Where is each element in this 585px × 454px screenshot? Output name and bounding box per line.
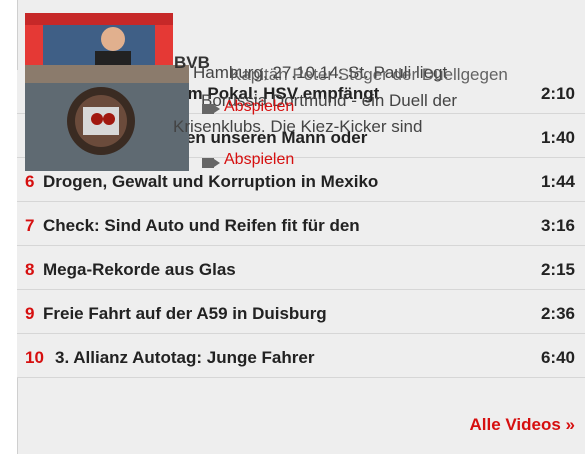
video-duration: 1:44 — [540, 172, 575, 191]
play-icon[interactable] — [202, 104, 220, 114]
video-title[interactable]: 3. Allianz Autotag: Junge Fahrer — [55, 348, 314, 368]
video-row-7[interactable]: 7 Check: Sind Auto und Reifen fit für de… — [17, 202, 585, 246]
video-title[interactable]: Drogen, Gewalt und Korruption in Mexiko — [43, 172, 378, 192]
video-row-8[interactable]: 8 Mega-Rekorde aus Glas 2:15 — [17, 246, 585, 290]
video-duration: 2:36 — [540, 304, 575, 323]
play-link[interactable]: Abspielen — [224, 151, 294, 169]
video-duration: 1:40 — [540, 128, 575, 147]
overlay-overlap-line: Kapitän Peter Stöger der Duellgegen — [230, 65, 508, 84]
video-title[interactable]: Freie Fahrt auf der A59 in Duisburg — [43, 304, 327, 324]
video-number: 8 — [25, 260, 35, 279]
video-number: 7 — [25, 216, 35, 235]
video-title[interactable]: Check: Sind Auto und Reifen fit für den — [43, 216, 360, 236]
video-duration: 2:15 — [540, 260, 575, 279]
play-icon[interactable] — [202, 158, 220, 168]
video-duration: 2:10 — [540, 84, 575, 103]
video-duration: 6:40 — [540, 348, 575, 367]
video-title[interactable]: Mega-Rekorde aus Glas — [43, 260, 236, 280]
video-thumbnail-image[interactable] — [25, 65, 189, 171]
all-videos-link[interactable]: Alle Videos » — [469, 415, 575, 435]
video-number: 10 — [25, 348, 44, 367]
video-row-9[interactable]: 9 Freie Fahrt auf der A59 in Duisburg 2:… — [17, 290, 585, 334]
video-number: 9 — [25, 304, 35, 323]
video-duration: 3:16 — [540, 216, 575, 235]
play-link[interactable]: Abspielen — [224, 98, 294, 116]
video-thumbnail-image[interactable] — [25, 13, 173, 65]
video-number: 6 — [25, 172, 35, 191]
overlay-description-line-3: Krisenklubs. Die Kiez-Kicker sind — [173, 117, 423, 136]
video-row-10[interactable]: 10 3. Allianz Autotag: Junge Fahrer 6:40 — [17, 334, 585, 378]
